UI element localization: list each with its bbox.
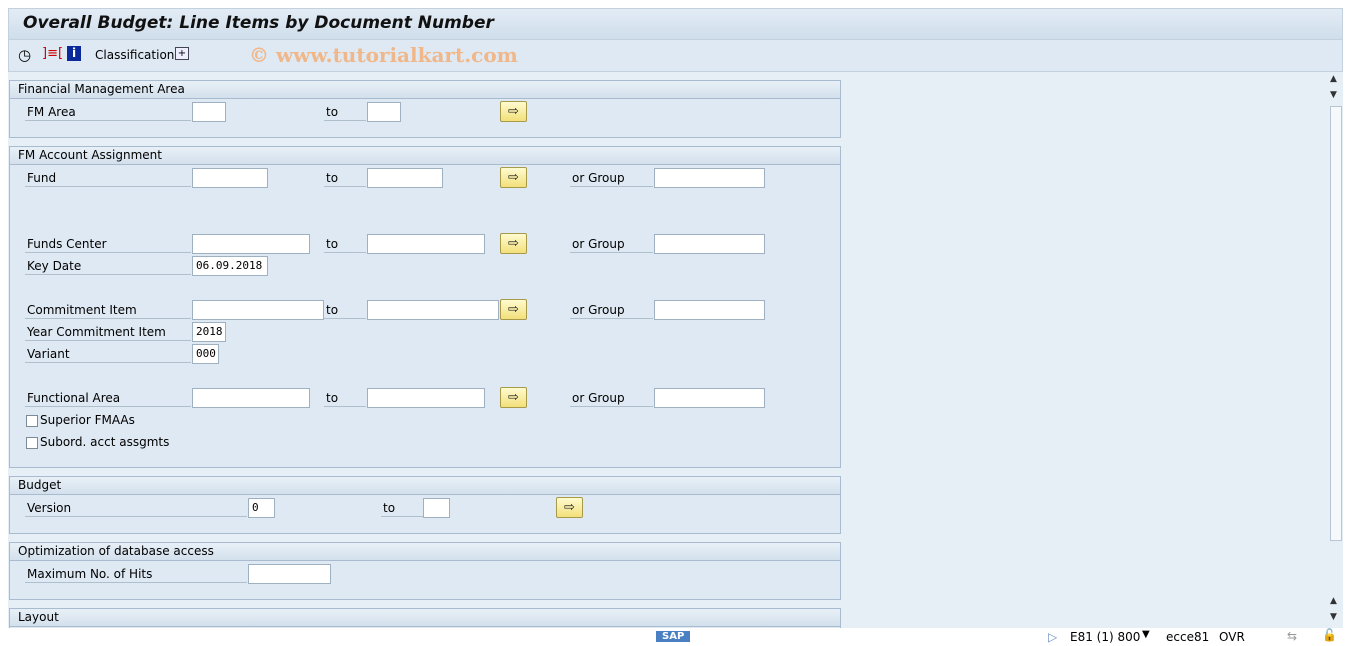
fund-label: Fund	[25, 169, 191, 187]
commitment-item-from-input[interactable]	[192, 300, 324, 320]
to-label: to	[381, 499, 423, 517]
connection-icon: ⇆	[1287, 629, 1298, 643]
info-icon[interactable]: i	[67, 46, 81, 61]
key-date-label: Key Date	[25, 257, 191, 275]
commitment-item-multiple-selection-button[interactable]: ⇨	[500, 299, 527, 320]
sap-logo: SAP	[656, 631, 691, 642]
group-title: FM Account Assignment	[10, 147, 840, 165]
lock-icon: 🔓	[1322, 628, 1337, 642]
multiple-selection-button[interactable]: ⇨	[500, 101, 527, 122]
subord-acct-assgmts-label: Subord. acct assgmts	[40, 435, 170, 449]
insert-mode[interactable]: OVR	[1219, 630, 1245, 644]
fund-to-input[interactable]	[367, 168, 443, 188]
or-group-label: or Group	[570, 235, 653, 253]
version-from-input[interactable]: 0	[248, 498, 275, 518]
group-title: Layout	[10, 609, 840, 627]
fm-area-to-input[interactable]	[367, 102, 401, 122]
functional-area-from-input[interactable]	[192, 388, 310, 408]
fund-multiple-selection-button[interactable]: ⇨	[500, 167, 527, 188]
scroll-down-icon[interactable]: ▼	[1330, 612, 1337, 622]
scroll-down-icon[interactable]: ▼	[1330, 90, 1337, 100]
functional-area-label: Functional Area	[25, 389, 191, 407]
system-info[interactable]: E81 (1) 800	[1070, 630, 1140, 644]
commitment-item-group-input[interactable]	[654, 300, 765, 320]
functional-area-to-input[interactable]	[367, 388, 485, 408]
group-optimization: Optimization of database access Maximum …	[9, 542, 841, 600]
to-label: to	[324, 389, 366, 407]
scrollbar-thumb[interactable]	[1330, 106, 1342, 541]
group-budget: Budget Version 0 to ⇨	[9, 476, 841, 534]
variant-input[interactable]: 000	[192, 344, 219, 364]
server-name: ecce81	[1166, 630, 1210, 644]
add-node-icon[interactable]: +	[175, 47, 189, 60]
superior-fmaas-checkbox[interactable]	[26, 415, 38, 427]
fund-from-input[interactable]	[192, 168, 268, 188]
commitment-item-label: Commitment Item	[25, 301, 191, 319]
status-bar: SAP ▷ E81 (1) 800 ▼ ecce81 OVR ⇆ 🔓	[0, 628, 1358, 646]
fund-group-input[interactable]	[654, 168, 765, 188]
application-toolbar: ◷ ]≡[ i Classification + © www.tutorialk…	[8, 39, 1343, 72]
functional-area-multiple-selection-button[interactable]: ⇨	[500, 387, 527, 408]
key-date-input[interactable]: 06.09.2018	[192, 256, 268, 276]
fm-area-label: FM Area	[25, 103, 191, 121]
max-hits-label: Maximum No. of Hits	[25, 565, 247, 583]
superior-fmaas-label: Superior FMAAs	[40, 413, 135, 427]
funds-center-from-input[interactable]	[192, 234, 310, 254]
scroll-up-icon[interactable]: ▲	[1330, 596, 1337, 606]
to-label: to	[324, 301, 366, 319]
year-commitment-item-input[interactable]: 2018	[192, 322, 226, 342]
funds-center-multiple-selection-button[interactable]: ⇨	[500, 233, 527, 254]
group-fm-area: Financial Management Area FM Area to ⇨	[9, 80, 841, 138]
dropdown-icon[interactable]: ▼	[1142, 629, 1150, 640]
layout-icon[interactable]: ]≡[	[42, 46, 63, 61]
group-fm-account-assignment: FM Account Assignment Fund to ⇨ or Group…	[9, 146, 841, 468]
page-title: Overall Budget: Line Items by Document N…	[23, 13, 494, 33]
variant-label: Variant	[25, 345, 191, 363]
expand-status-icon[interactable]: ▷	[1048, 630, 1057, 644]
to-label: to	[324, 235, 366, 253]
funds-center-to-input[interactable]	[367, 234, 485, 254]
funds-center-label: Funds Center	[25, 235, 191, 253]
max-hits-input[interactable]	[248, 564, 331, 584]
functional-area-group-input[interactable]	[654, 388, 765, 408]
classification-button[interactable]: Classification	[95, 48, 174, 62]
or-group-label: or Group	[570, 169, 653, 187]
year-commitment-item-label: Year Commitment Item	[25, 323, 191, 341]
version-label: Version	[25, 499, 247, 517]
watermark: © www.tutorialkart.com	[249, 43, 518, 67]
or-group-label: or Group	[570, 389, 653, 407]
group-title: Optimization of database access	[10, 543, 840, 561]
fm-area-from-input[interactable]	[192, 102, 226, 122]
to-label: to	[324, 169, 366, 187]
scroll-up-icon[interactable]: ▲	[1330, 74, 1337, 84]
funds-center-group-input[interactable]	[654, 234, 765, 254]
to-label: to	[324, 103, 366, 121]
group-title: Financial Management Area	[10, 81, 840, 99]
or-group-label: or Group	[570, 301, 653, 319]
version-multiple-selection-button[interactable]: ⇨	[556, 497, 583, 518]
title-bar: Overall Budget: Line Items by Document N…	[8, 8, 1343, 39]
version-to-input[interactable]	[423, 498, 450, 518]
selection-screen: Financial Management Area FM Area to ⇨ F…	[8, 72, 1328, 638]
subord-acct-assgmts-checkbox[interactable]	[26, 437, 38, 449]
commitment-item-to-input[interactable]	[367, 300, 499, 320]
execute-icon[interactable]: ◷	[18, 46, 31, 64]
group-title: Budget	[10, 477, 840, 495]
